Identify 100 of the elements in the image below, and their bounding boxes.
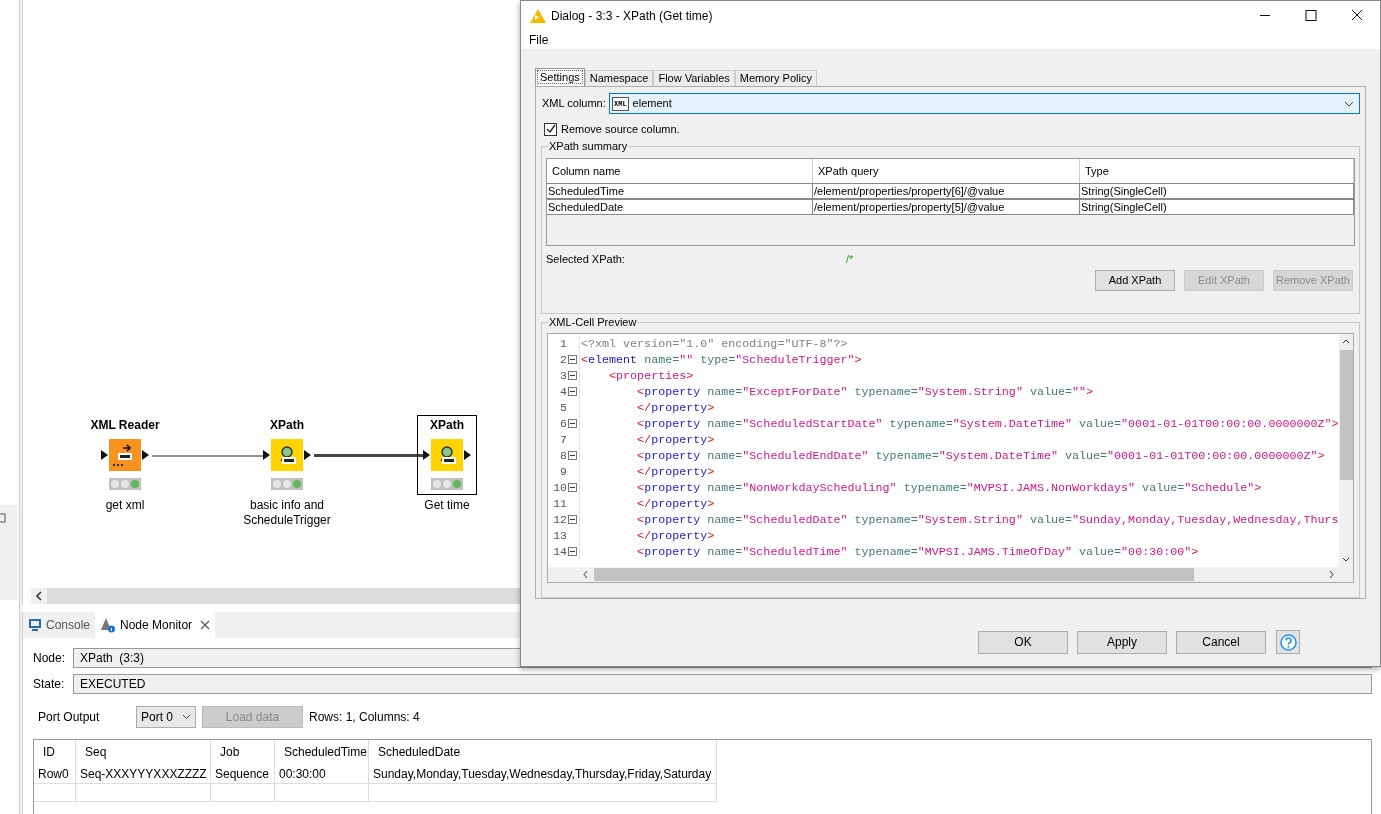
table-cell: /element/properties/property[6]/@value: [813, 183, 1080, 199]
group-title: XPath summary: [548, 139, 629, 153]
line-number: 7: [560, 432, 567, 448]
collapse-icon[interactable]: [568, 371, 577, 381]
selected-xpath-value: /*: [846, 251, 854, 267]
table-cell: Sunday,Monday,Tuesday,Wednesday,Thursday,Friday,Saturday: [369, 764, 717, 784]
xml-reader-node-icon[interactable]: [109, 439, 141, 471]
collapse-icon[interactable]: [568, 387, 577, 397]
scroll-left-icon[interactable]: [31, 588, 47, 604]
close-icon[interactable]: [200, 620, 211, 630]
node-label: Get time: [423, 498, 471, 513]
settings-tab[interactable]: Memory Policy: [734, 70, 817, 86]
xpath-button[interactable]: Add XPath: [1095, 270, 1175, 291]
code-line: <element name="" type="ScheduleTrigger">: [581, 351, 862, 368]
line-number: 4: [560, 384, 567, 400]
code-line: <property name="ScheduledEndDate" typename="System.DateTime" value="0001-01-01T00:00:00.0000000Z">: [636, 447, 1325, 464]
checkbox-label: Remove source column.: [561, 121, 680, 137]
panel-tab[interactable]: Console: [23, 612, 96, 638]
node-label: get xml: [104, 498, 146, 513]
field-label: XML column:: [542, 96, 607, 112]
line-number: 3: [560, 368, 567, 384]
xpath-node-icon[interactable]: [271, 439, 303, 471]
code-line: <?xml version="1.0" encoding="UTF-8"?>: [581, 335, 848, 352]
check-icon: [545, 124, 556, 134]
node-title: XML Reader: [90, 418, 160, 433]
code-line: </property>: [636, 463, 715, 480]
code-line: <property name="ScheduledTime" typename="MVPSI.JAMS.TimeOfDay" value="00:30:00">: [636, 543, 1199, 560]
column-header: ScheduledTime: [275, 740, 369, 764]
table-cell: ScheduledDate: [547, 199, 813, 215]
help-button[interactable]: [1276, 630, 1300, 654]
checkbox[interactable]: [544, 122, 557, 136]
field-label: Node:: [33, 650, 67, 667]
code-line: <properties>: [608, 367, 694, 384]
code-line: <property name="ScheduledStartDate" typename="System.DateTime" value="0001-01-01T00:00:00.0000000Z">: [636, 415, 1339, 432]
column-header: Type: [1080, 159, 1354, 183]
line-number: 1: [560, 336, 567, 352]
monitor-icon: [28, 618, 42, 632]
table-cell: String(SingleCell): [1080, 199, 1354, 215]
column-header: XPath query: [813, 159, 1080, 183]
menu-item[interactable]: File: [529, 30, 549, 49]
settings-tab[interactable]: Namespace: [584, 70, 654, 86]
settings-tab[interactable]: Settings: [535, 68, 585, 86]
node-title: XPath: [430, 418, 464, 433]
table-cell: String(SingleCell): [1080, 183, 1354, 199]
code-line: </property>: [636, 399, 715, 416]
warning-info-icon: [100, 617, 117, 633]
collapse-icon[interactable]: [568, 515, 577, 525]
line-number: 10: [553, 480, 567, 496]
port-output-label: Port Output: [38, 708, 101, 726]
node-label: basic info and ScheduleTrigger: [242, 498, 332, 528]
chevron-down-icon: [182, 713, 191, 720]
line-number: 5: [560, 400, 567, 416]
chevron-down-icon: [1344, 100, 1354, 107]
table-cell: Row0: [34, 764, 76, 784]
line-number: 14: [553, 544, 567, 560]
collapse-icon[interactable]: [568, 451, 577, 461]
code-line: <property name="ScheduledDate" typename="System.String" value="Sunday,Monday,Tuesday,Wednesday,Thurs: [636, 511, 1339, 528]
code-line: </property>: [636, 527, 715, 544]
window-title: Dialog - 3:3 - XPath (Get time): [551, 7, 713, 25]
table-cell: /element/properties/property[5]/@value: [813, 199, 1080, 215]
dialog-button[interactable]: OK: [978, 630, 1068, 654]
line-number: 12: [553, 512, 567, 528]
column-header: Job: [211, 740, 275, 764]
port-select[interactable]: Port 0: [136, 705, 196, 728]
column-header: Seq: [76, 740, 211, 764]
line-number: 13: [553, 528, 567, 544]
warning-icon: [530, 8, 546, 23]
row-count: Rows: 1, Columns: 4: [309, 708, 420, 726]
settings-tab[interactable]: Flow Variables: [653, 70, 735, 86]
code-line: </property>: [636, 431, 715, 448]
empty-cell: [34, 784, 76, 802]
dialog-button[interactable]: Cancel: [1176, 630, 1266, 654]
code-line: <property name="NonWorkdayScheduling" typename="MVPSI.JAMS.NonWorkdays" value="Schedule">: [636, 479, 1262, 496]
code-line: </property>: [636, 495, 715, 512]
collapse-icon[interactable]: [568, 483, 577, 493]
column-header: ScheduledDate: [369, 740, 717, 764]
dialog-button[interactable]: Apply: [1077, 630, 1167, 654]
line-number: 9: [560, 464, 567, 480]
table-cell: Sequence: [211, 764, 275, 784]
collapse-icon[interactable]: [568, 355, 577, 365]
state-field: EXECUTED: [73, 674, 1372, 694]
table-cell: ScheduledTime: [547, 183, 813, 199]
table-cell: Seq-XXXYYYXXXZZZZ: [76, 764, 211, 784]
collapse-icon[interactable]: [568, 419, 577, 429]
line-number: 2: [560, 352, 567, 368]
selected-xpath-label: Selected XPath:: [546, 251, 626, 267]
line-number: 8: [560, 448, 567, 464]
collapse-icon[interactable]: [568, 547, 577, 557]
xpath-node-icon[interactable]: [431, 439, 463, 471]
scroll-thumb[interactable]: [594, 567, 1194, 581]
panel-tab[interactable]: Node Monitor: [95, 612, 216, 638]
empty-cell: [211, 784, 275, 802]
code-line: <property name="ExceptForDate" typename="System.String" value="">: [636, 383, 1094, 400]
node-title: XPath: [270, 418, 304, 433]
field-label: State:: [33, 676, 66, 693]
column-header: ID: [34, 740, 76, 764]
table-cell: 00:30:00: [275, 764, 369, 784]
column-header: Column name: [547, 159, 813, 183]
line-number: 11: [553, 496, 567, 512]
scroll-thumb[interactable]: [1339, 349, 1353, 480]
